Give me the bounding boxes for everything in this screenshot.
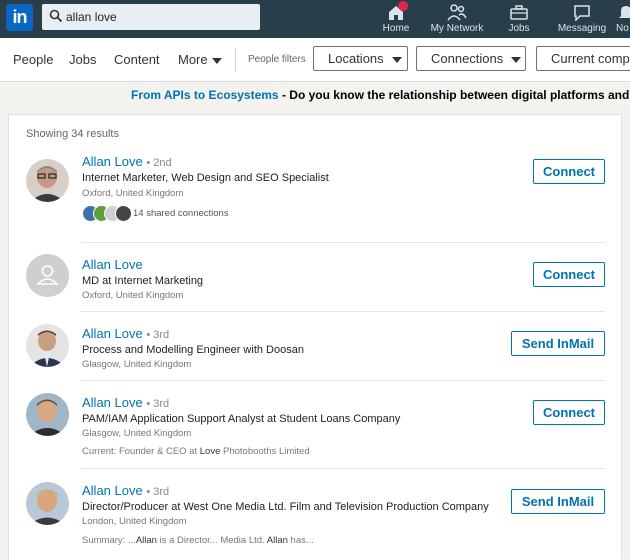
person-location: Oxford, United Kingdom (82, 188, 184, 199)
chevron-down-icon (211, 57, 222, 64)
promo-link[interactable]: From APIs to Ecosystems (131, 88, 279, 102)
briefcase-icon (510, 5, 528, 20)
connect-button[interactable]: Connect (533, 159, 605, 184)
network-icon (447, 4, 467, 21)
snippet-text: Current: Founder & CEO at (82, 446, 200, 457)
nav-jobs[interactable]: Jobs (503, 0, 535, 38)
person-location: Oxford, United Kingdom (82, 290, 184, 301)
nav-home[interactable]: Home (378, 0, 414, 38)
connection-degree: • 3rd (146, 486, 170, 498)
person-location: London, United Kingdom (82, 516, 187, 527)
connections-filter-label: Connections (431, 51, 504, 66)
result-item[interactable]: Allan Love • 3rd Process and Modelling E… (9, 312, 621, 381)
search-input[interactable] (66, 7, 252, 27)
current-company-filter-label: Current compa (551, 51, 630, 66)
nav-notifications-label: No (616, 23, 629, 34)
nav-jobs-label: Jobs (508, 23, 530, 34)
snippet-highlight: Allan (135, 535, 157, 546)
results-count: Showing 34 results (26, 128, 119, 140)
person-headline: Internet Marketer, Web Design and SEO Sp… (82, 172, 329, 184)
nav-my-network[interactable]: My Network (428, 0, 486, 38)
search-filter-bar: People Jobs Content More People filters … (0, 38, 630, 82)
nav-messaging-label: Messaging (557, 23, 607, 34)
avatar[interactable] (26, 254, 69, 297)
result-item[interactable]: Allan Love MD at Internet Marketing Oxfo… (9, 243, 621, 312)
result-item[interactable]: Allan Love • 3rd PAM/IAM Application Sup… (9, 381, 621, 469)
avatar[interactable] (26, 159, 69, 202)
person-headline: MD at Internet Marketing (82, 275, 204, 287)
snippet-text: Summary: ... (82, 535, 136, 546)
connection-degree: • 3rd (146, 398, 170, 410)
tab-jobs[interactable]: Jobs (69, 52, 96, 67)
people-filters-label: People filters (248, 54, 306, 65)
promo-banner[interactable]: From APIs to Ecosystems - Do you know th… (0, 88, 630, 106)
locations-filter-label: Locations (328, 51, 384, 66)
linkedin-logo[interactable]: in (6, 4, 33, 31)
global-nav: in Home My Network Jobs (0, 0, 630, 38)
nav-messaging[interactable]: Messaging (556, 0, 608, 38)
person-name[interactable]: Allan Love • 2nd (82, 154, 172, 169)
person-name-text[interactable]: Allan Love (82, 483, 143, 498)
connection-degree: • 3rd (146, 329, 170, 341)
person-name-text[interactable]: Allan Love (82, 154, 143, 169)
tab-people[interactable]: People (13, 52, 53, 67)
snippet-text: is a Director... Media Ltd. (156, 535, 267, 546)
person-location: Glasgow, United Kingdom (82, 359, 192, 370)
person-name[interactable]: Allan Love (82, 257, 143, 272)
search-results-card: Showing 34 results Allan Love • 2nd Inte… (8, 114, 622, 560)
nav-home-label: Home (382, 23, 410, 34)
bell-icon (619, 6, 630, 18)
connect-button[interactable]: Connect (533, 400, 605, 425)
person-name[interactable]: Allan Love • 3rd (82, 395, 169, 410)
current-position-snippet: Current: Founder & CEO at Love Photoboot… (82, 446, 310, 457)
snippet-highlight: Allan (266, 535, 288, 546)
avatar (115, 205, 132, 222)
notification-badge (398, 1, 408, 11)
snippet-text: has... (287, 535, 314, 546)
nav-notifications[interactable]: No (616, 0, 630, 38)
person-name-text[interactable]: Allan Love (82, 395, 143, 410)
snippet-text: Photobooths Limited (220, 446, 310, 457)
chevron-down-icon (511, 56, 522, 63)
person-name[interactable]: Allan Love • 3rd (82, 326, 169, 341)
messaging-icon (574, 5, 590, 21)
send-inmail-button[interactable]: Send InMail (511, 331, 605, 356)
person-headline: PAM/IAM Application Support Analyst at S… (82, 413, 401, 425)
search-icon (49, 9, 63, 23)
current-company-filter-button[interactable]: Current compa (536, 46, 630, 71)
person-name[interactable]: Allan Love • 3rd (82, 483, 169, 498)
locations-filter-button[interactable]: Locations (313, 46, 408, 71)
avatar[interactable] (26, 393, 69, 436)
person-name-text[interactable]: Allan Love (82, 326, 143, 341)
avatar[interactable] (26, 482, 69, 525)
summary-snippet: Summary: ...Allan is a Director... Media… (82, 535, 314, 546)
tab-content[interactable]: Content (114, 52, 160, 67)
person-headline: Process and Modelling Engineer with Doos… (82, 344, 304, 356)
result-item[interactable]: Allan Love • 2nd Internet Marketer, Web … (9, 151, 621, 243)
connect-button[interactable]: Connect (533, 262, 605, 287)
connections-filter-button[interactable]: Connections (416, 46, 526, 71)
person-name-text[interactable]: Allan Love (82, 257, 143, 272)
chevron-down-icon (391, 56, 402, 63)
avatar[interactable] (26, 324, 69, 367)
divider (235, 48, 236, 72)
connection-degree: • 2nd (146, 157, 172, 169)
snippet-highlight: Love (199, 446, 221, 457)
person-headline: Director/Producer at West One Media Ltd.… (82, 501, 489, 513)
nav-my-network-label: My Network (430, 23, 484, 34)
send-inmail-button[interactable]: Send InMail (511, 489, 605, 514)
result-item[interactable]: Allan Love • 3rd Director/Producer at We… (9, 469, 621, 560)
tab-more[interactable]: More (178, 52, 222, 67)
search-box[interactable] (42, 4, 260, 30)
tab-more-label: More (178, 52, 208, 67)
shared-connections-label: 14 shared connections (133, 208, 229, 219)
person-location: Glasgow, United Kingdom (82, 428, 192, 439)
promo-text: - Do you know the relationship between d… (278, 88, 630, 102)
